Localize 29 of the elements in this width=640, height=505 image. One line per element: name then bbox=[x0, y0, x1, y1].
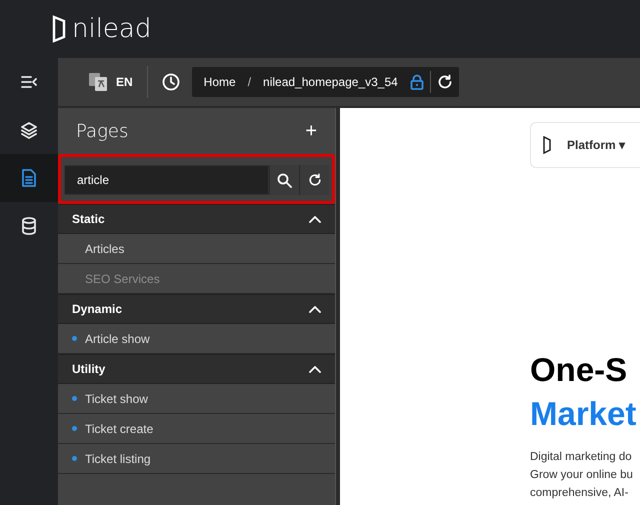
history-button[interactable] bbox=[162, 73, 180, 91]
body-text: comprehensive, AI- bbox=[530, 486, 630, 501]
reset-button[interactable] bbox=[299, 165, 329, 195]
body-text: Grow your online bu bbox=[530, 468, 634, 483]
document-icon bbox=[21, 169, 37, 187]
search-button[interactable] bbox=[269, 165, 299, 195]
refresh-button[interactable] bbox=[436, 74, 453, 90]
panel-title: Pages bbox=[76, 120, 128, 142]
breadcrumb-link[interactable]: Home bbox=[204, 75, 236, 89]
search-field[interactable]: article bbox=[64, 165, 269, 195]
headline: Market bbox=[530, 394, 638, 434]
body-text: Digital marketing do bbox=[530, 450, 633, 465]
search-icon bbox=[277, 172, 292, 188]
logo: nilead bbox=[52, 14, 152, 44]
add-button[interactable]: + bbox=[305, 120, 317, 142]
nav-link[interactable]: Platform ▾ bbox=[567, 138, 626, 152]
group-header[interactable]: Dynamic bbox=[58, 294, 335, 324]
layers-icon bbox=[20, 121, 38, 139]
logo-icon bbox=[543, 136, 551, 154]
menu-icon bbox=[20, 74, 38, 90]
translate-icon bbox=[88, 72, 108, 92]
breadcrumb-separator: / bbox=[248, 75, 252, 89]
breadcrumb-link[interactable]: nilead_homepage_v3_54 bbox=[263, 75, 398, 89]
headline: One-S bbox=[530, 350, 628, 390]
database-icon bbox=[21, 217, 37, 235]
group-header[interactable]: Utility bbox=[58, 354, 335, 384]
group-header[interactable]: Static bbox=[58, 204, 335, 234]
language-button[interactable]: EN bbox=[88, 72, 133, 92]
refresh-icon bbox=[308, 173, 322, 187]
